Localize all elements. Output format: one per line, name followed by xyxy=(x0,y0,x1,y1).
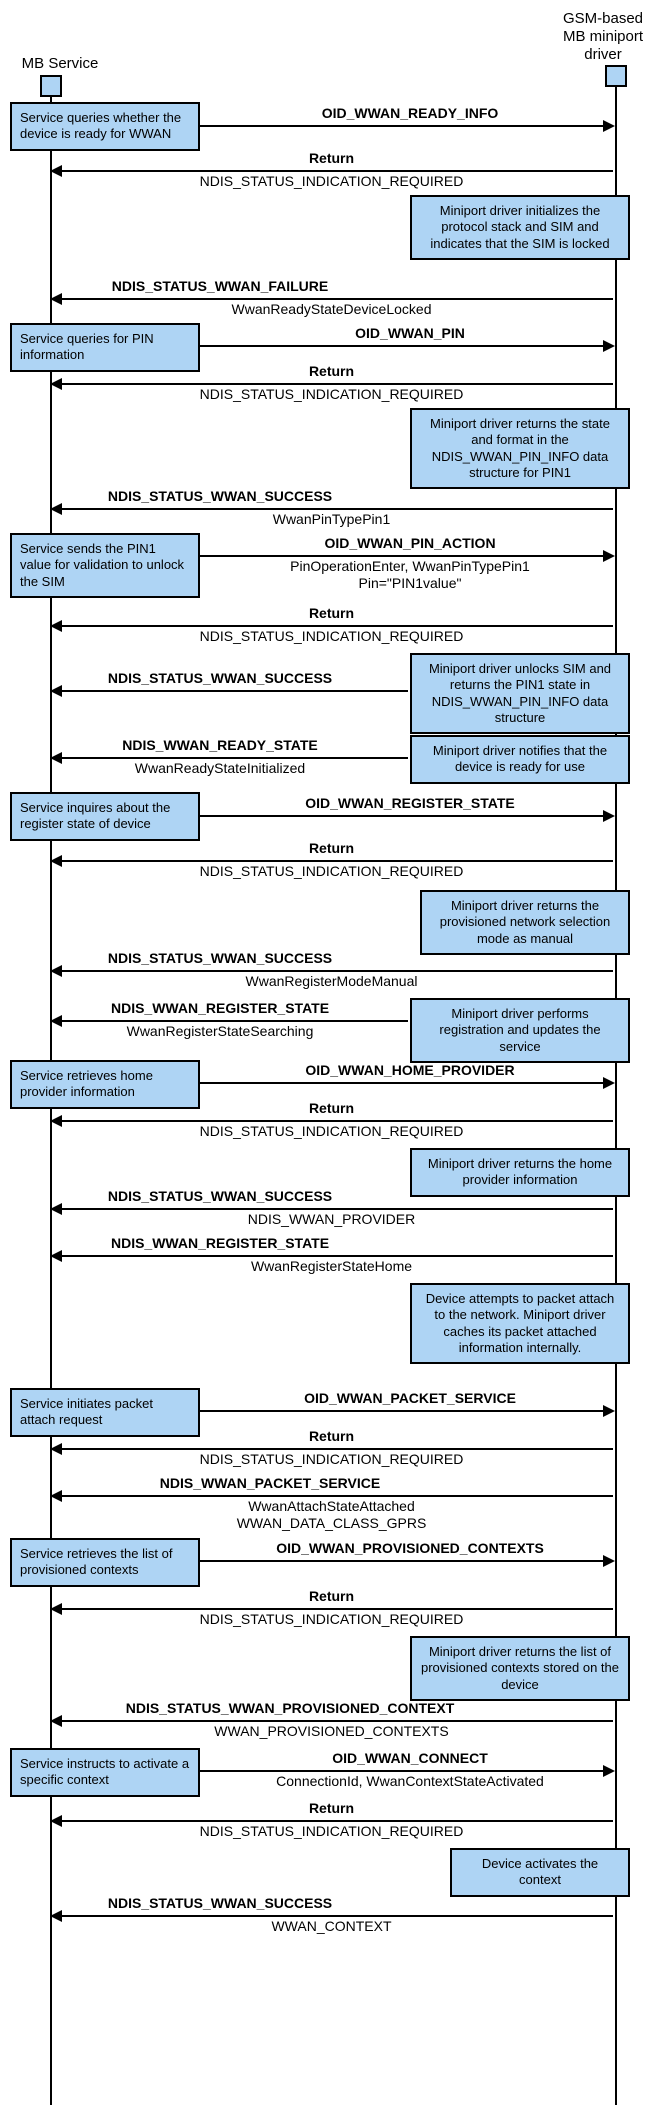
msg-oid-home: OID_WWAN_HOME_PROVIDER xyxy=(180,1062,640,1078)
msg-oid-contexts: OID_WWAN_PROVISIONED_CONTEXTS xyxy=(180,1540,640,1556)
msg-success1-sub: WwanPinTypePin1 xyxy=(102,511,562,527)
msg-oid-ready: OID_WWAN_READY_INFO xyxy=(180,105,640,121)
arrow-oid-contexts xyxy=(200,1560,613,1562)
note-ready-use: Miniport driver notifies that the device… xyxy=(410,735,630,784)
arrow-return5 xyxy=(52,1120,613,1122)
note-device-activate: Device activates the context xyxy=(450,1848,630,1897)
msg-failure-sub: WwanReadyStateDeviceLocked xyxy=(102,301,562,317)
note-packet-attach: Device attempts to packet attach to the … xyxy=(410,1283,630,1364)
msg-oid-connect: OID_WWAN_CONNECT xyxy=(180,1750,640,1766)
msg-return7: Return xyxy=(102,1588,562,1604)
msg-failure: NDIS_STATUS_WWAN_FAILURE xyxy=(60,278,380,294)
note-registration: Miniport driver performs registration an… xyxy=(410,998,630,1063)
note-home-return: Miniport driver returns the home provide… xyxy=(410,1148,630,1197)
arrow-oid-ready xyxy=(200,125,613,127)
msg-prov-context: NDIS_STATUS_WWAN_PROVISIONED_CONTEXT xyxy=(40,1700,540,1716)
msg-success2: NDIS_STATUS_WWAN_SUCCESS xyxy=(60,670,380,686)
arrow-ready-state xyxy=(52,757,408,759)
msg-return4: Return xyxy=(102,840,562,856)
msg-reg-state3: NDIS_WWAN_REGISTER_STATE xyxy=(60,1235,380,1251)
msg-packet-svc-sub1: WwanAttachStateAttached xyxy=(102,1498,562,1514)
msg-success3: NDIS_STATUS_WWAN_SUCCESS xyxy=(60,950,380,966)
arrow-return1 xyxy=(52,170,613,172)
note-init-sim: Miniport driver initializes the protocol… xyxy=(410,195,630,260)
arrow-oid-home xyxy=(200,1082,613,1084)
note-ready-query: Service queries whether the device is re… xyxy=(10,102,200,151)
note-contexts: Service retrieves the list of provisione… xyxy=(10,1538,200,1587)
msg-success5: NDIS_STATUS_WWAN_SUCCESS xyxy=(60,1895,380,1911)
arrow-success1 xyxy=(52,508,613,510)
msg-return3: Return xyxy=(102,605,562,621)
msg-return2: Return xyxy=(102,363,562,379)
msg-return5-sub: NDIS_STATUS_INDICATION_REQUIRED xyxy=(102,1123,562,1139)
msg-packet-svc: NDIS_WWAN_PACKET_SERVICE xyxy=(60,1475,480,1491)
note-register-query: Service inquires about the register stat… xyxy=(10,792,200,841)
arrow-oid-packet xyxy=(200,1410,613,1412)
lifeline-right xyxy=(615,85,617,2105)
arrow-success2 xyxy=(52,690,408,692)
msg-reg-state2-sub: WwanRegisterStateSearching xyxy=(60,1023,380,1039)
arrow-return7 xyxy=(52,1608,613,1610)
msg-success3-sub: WwanRegisterModeManual xyxy=(102,973,562,989)
msg-return6-sub: NDIS_STATUS_INDICATION_REQUIRED xyxy=(102,1451,562,1467)
arrow-return3 xyxy=(52,625,613,627)
msg-oid-packet: OID_WWAN_PACKET_SERVICE xyxy=(180,1390,640,1406)
note-unlock: Miniport driver unlocks SIM and returns … xyxy=(410,653,630,734)
msg-return2-sub: NDIS_STATUS_INDICATION_REQUIRED xyxy=(102,386,562,402)
msg-return4-sub: NDIS_STATUS_INDICATION_REQUIRED xyxy=(102,863,562,879)
arrow-return6 xyxy=(52,1448,613,1450)
arrow-pin-action xyxy=(200,555,613,557)
arrow-oid-pin xyxy=(200,345,613,347)
msg-pin-action: OID_WWAN_PIN_ACTION xyxy=(180,535,640,551)
lifeline-head-left xyxy=(40,75,62,97)
arrow-success4 xyxy=(52,1208,613,1210)
arrow-return2 xyxy=(52,383,613,385)
msg-return7-sub: NDIS_STATUS_INDICATION_REQUIRED xyxy=(102,1611,562,1627)
actor-left-label: MB Service xyxy=(10,55,110,73)
msg-success4-sub: NDIS_WWAN_PROVIDER xyxy=(102,1211,562,1227)
msg-return8-sub: NDIS_STATUS_INDICATION_REQUIRED xyxy=(102,1823,562,1839)
arrow-reg-state2 xyxy=(52,1020,408,1022)
lifeline-head-right xyxy=(605,65,627,87)
actor-right-label: GSM-based MB miniport driver xyxy=(553,10,653,64)
msg-pin-action-sub1: PinOperationEnter, WwanPinTypePin1 xyxy=(180,558,640,574)
note-activate: Service instructs to activate a specific… xyxy=(10,1748,200,1797)
msg-reg-state3-sub: WwanRegisterStateHome xyxy=(102,1258,562,1274)
msg-success1: NDIS_STATUS_WWAN_SUCCESS xyxy=(60,488,380,504)
msg-packet-svc-sub2: WWAN_DATA_CLASS_GPRS xyxy=(102,1515,562,1531)
arrow-oid-register xyxy=(200,815,613,817)
arrow-return4 xyxy=(52,860,613,862)
sequence-diagram: MB Service GSM-based MB miniport driver … xyxy=(10,10,653,2106)
arrow-success5 xyxy=(52,1915,613,1917)
msg-ready-state-sub: WwanReadyStateInitialized xyxy=(60,760,380,776)
note-contexts-return: Miniport driver returns the list of prov… xyxy=(410,1636,630,1701)
arrow-reg-state3 xyxy=(52,1255,613,1257)
note-pin-send: Service sends the PIN1 value for validat… xyxy=(10,533,200,598)
arrow-prov-context xyxy=(52,1720,613,1722)
msg-success5-sub: WWAN_CONTEXT xyxy=(102,1918,562,1934)
msg-return3-sub: NDIS_STATUS_INDICATION_REQUIRED xyxy=(102,628,562,644)
msg-return1-sub: NDIS_STATUS_INDICATION_REQUIRED xyxy=(102,173,562,189)
note-pin-info: Miniport driver returns the state and fo… xyxy=(410,408,630,489)
arrow-success3 xyxy=(52,970,613,972)
msg-pin-action-sub2: Pin="PIN1value" xyxy=(180,575,640,591)
msg-oid-register: OID_WWAN_REGISTER_STATE xyxy=(180,795,640,811)
arrow-return8 xyxy=(52,1820,613,1822)
msg-return8: Return xyxy=(102,1800,562,1816)
arrow-failure xyxy=(52,298,613,300)
msg-ready-state: NDIS_WWAN_READY_STATE xyxy=(60,737,380,753)
arrow-oid-connect xyxy=(200,1770,613,1772)
msg-return6: Return xyxy=(102,1428,562,1444)
msg-prov-context-sub: WWAN_PROVISIONED_CONTEXTS xyxy=(102,1723,562,1739)
arrow-packet-svc xyxy=(52,1495,613,1497)
msg-reg-state2: NDIS_WWAN_REGISTER_STATE xyxy=(60,1000,380,1016)
msg-oid-connect-sub: ConnectionId, WwanContextStateActivated xyxy=(180,1773,640,1789)
note-manual-mode: Miniport driver returns the provisioned … xyxy=(420,890,630,955)
msg-return5: Return xyxy=(102,1100,562,1116)
msg-return1: Return xyxy=(102,150,562,166)
msg-success4: NDIS_STATUS_WWAN_SUCCESS xyxy=(60,1188,380,1204)
msg-oid-pin: OID_WWAN_PIN xyxy=(180,325,640,341)
